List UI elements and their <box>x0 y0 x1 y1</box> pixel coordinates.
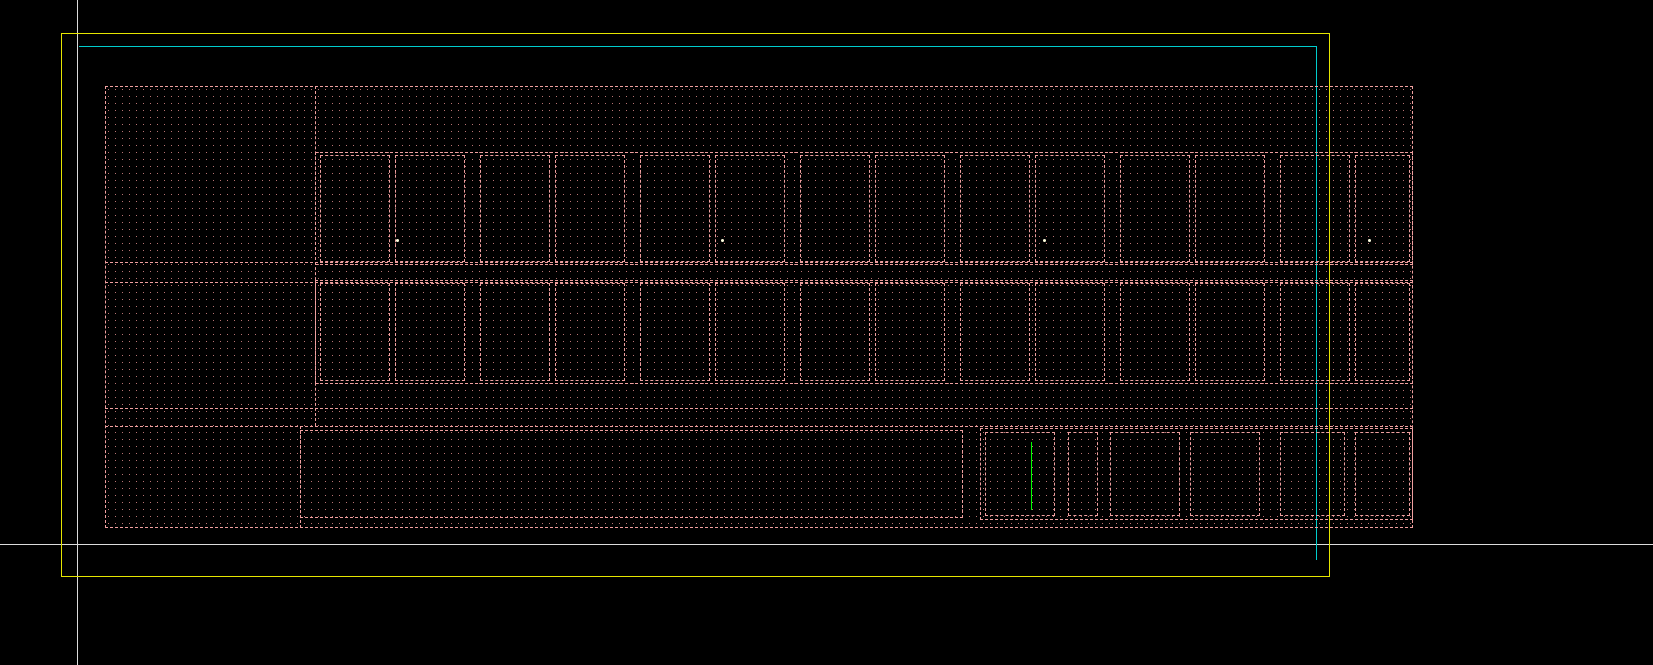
row3-cell[interactable] <box>1068 432 1098 516</box>
row2-cell[interactable] <box>480 283 550 381</box>
row2-cell[interactable] <box>800 283 870 381</box>
row-divider-2 <box>105 408 1413 409</box>
row1-cell[interactable] <box>480 155 550 262</box>
row1-cell[interactable] <box>960 155 1030 262</box>
row2-cell[interactable] <box>320 283 390 381</box>
row2-cell[interactable] <box>555 283 625 381</box>
pin-marker <box>1043 239 1046 242</box>
row1-cell[interactable] <box>1120 155 1190 262</box>
row2-cell[interactable] <box>1120 283 1190 381</box>
row1-cell[interactable] <box>320 155 390 262</box>
row3-cell[interactable] <box>1110 432 1180 516</box>
row2-cell[interactable] <box>715 283 785 381</box>
pin-marker <box>396 239 399 242</box>
row2-cell[interactable] <box>395 283 465 381</box>
row3-cell[interactable] <box>1355 432 1410 516</box>
row3-long-block[interactable] <box>300 430 963 518</box>
row2-cell[interactable] <box>1355 283 1410 381</box>
row2-cell[interactable] <box>960 283 1030 381</box>
row3-cell[interactable] <box>1280 432 1345 516</box>
row1-cell[interactable] <box>640 155 710 262</box>
row2-cell[interactable] <box>640 283 710 381</box>
row2-cell[interactable] <box>1195 283 1265 381</box>
row1-cell[interactable] <box>395 155 465 262</box>
pin-marker <box>1368 239 1371 242</box>
row1-cell[interactable] <box>1355 155 1410 262</box>
highlight-marker <box>1031 442 1032 510</box>
row1-cell[interactable] <box>1035 155 1105 262</box>
row2-cell[interactable] <box>875 283 945 381</box>
row3-cell[interactable] <box>1190 432 1260 516</box>
row3-cell[interactable] <box>985 432 1055 516</box>
pin-marker <box>721 239 724 242</box>
row1-cell[interactable] <box>875 155 945 262</box>
row-divider-2b <box>105 426 1413 427</box>
layout-canvas[interactable] <box>0 0 1653 665</box>
row2-cell[interactable] <box>1280 283 1350 381</box>
row1-cell[interactable] <box>1280 155 1350 262</box>
row2-cell[interactable] <box>1035 283 1105 381</box>
row1-cell[interactable] <box>800 155 870 262</box>
row1-cell[interactable] <box>555 155 625 262</box>
row1-cell[interactable] <box>715 155 785 262</box>
row1-cell[interactable] <box>1195 155 1265 262</box>
